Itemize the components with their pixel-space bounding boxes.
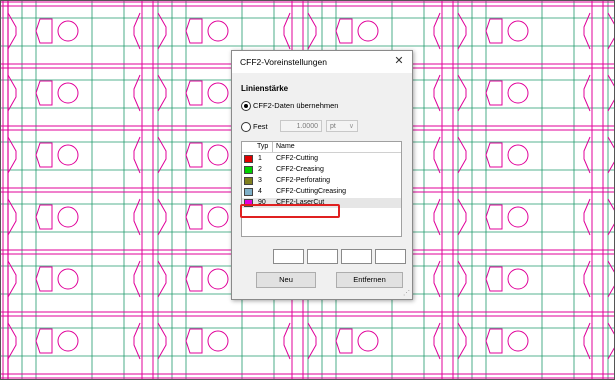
tab-notch xyxy=(185,18,203,44)
color-swatch xyxy=(244,166,253,174)
empty-field-2[interactable] xyxy=(307,249,338,264)
take-cff2-data-label: CFF2-Daten übernehmen xyxy=(253,101,339,110)
hole-circle xyxy=(57,330,79,352)
list-item-name: CFF2-Perforating xyxy=(276,177,331,184)
tab-notch xyxy=(185,80,203,106)
column-header-name[interactable]: Name xyxy=(276,142,295,152)
list-item-type: 1 xyxy=(258,155,262,162)
dialog-titlebar: CFF2-Voreinstellungen ✕ xyxy=(232,51,412,73)
hole-circle xyxy=(207,82,229,104)
empty-field-3[interactable] xyxy=(341,249,372,264)
color-swatch xyxy=(244,177,253,185)
line-width-section-label: Linienstärke xyxy=(241,84,289,93)
hole-circle xyxy=(57,20,79,42)
tab-notch xyxy=(185,204,203,230)
tab-notch xyxy=(485,18,503,44)
tab-notch xyxy=(335,328,353,354)
unit-select[interactable]: pt ∨ xyxy=(326,120,358,132)
tab-notch xyxy=(35,328,53,354)
tab-notch xyxy=(485,328,503,354)
tab-notch xyxy=(185,142,203,168)
hole-circle xyxy=(357,330,379,352)
hole-circle xyxy=(57,144,79,166)
take-cff2-data-radio[interactable] xyxy=(241,101,251,111)
list-item[interactable]: 4 CFF2-CuttingCreasing xyxy=(242,187,401,197)
tab-notch xyxy=(35,142,53,168)
tab-notch xyxy=(335,18,353,44)
hole-circle xyxy=(207,206,229,228)
tab-notch xyxy=(185,266,203,292)
list-item-name: CFF2-CuttingCreasing xyxy=(276,188,347,195)
tab-notch xyxy=(35,80,53,106)
cff2-settings-dialog: CFF2-Voreinstellungen ✕ Linienstärke CFF… xyxy=(231,50,413,300)
tab-notch xyxy=(485,266,503,292)
tab-notch xyxy=(35,266,53,292)
tab-notch xyxy=(485,204,503,230)
hole-circle xyxy=(207,20,229,42)
color-swatch xyxy=(244,188,253,196)
list-header: Typ Name xyxy=(242,142,401,153)
column-header-type[interactable]: Typ xyxy=(257,142,268,152)
unit-value: pt xyxy=(330,123,336,130)
hole-circle xyxy=(357,20,379,42)
hole-circle xyxy=(207,330,229,352)
tab-notch xyxy=(35,18,53,44)
list-item-type: 3 xyxy=(258,177,262,184)
color-swatch xyxy=(244,155,253,163)
list-item-name: CFF2-Creasing xyxy=(276,166,324,173)
list-item-name: CFF2-Cutting xyxy=(276,155,319,162)
hole-circle xyxy=(207,144,229,166)
new-button[interactable]: Neu xyxy=(256,272,316,288)
hole-circle xyxy=(507,20,529,42)
dialog-title: CFF2-Voreinstellungen xyxy=(240,57,327,67)
tab-notch xyxy=(485,142,503,168)
fixed-radio[interactable] xyxy=(241,122,251,132)
remove-button[interactable]: Entfernen xyxy=(336,272,403,288)
chevron-down-icon: ∨ xyxy=(348,123,354,130)
fixed-label: Fest xyxy=(253,122,268,131)
column-divider[interactable] xyxy=(272,142,273,152)
hole-circle xyxy=(507,268,529,290)
hole-circle xyxy=(507,206,529,228)
hole-circle xyxy=(57,268,79,290)
hole-circle xyxy=(507,82,529,104)
close-icon[interactable]: ✕ xyxy=(392,54,406,68)
empty-field-1[interactable] xyxy=(273,249,304,264)
tab-notch xyxy=(485,80,503,106)
hole-circle xyxy=(57,82,79,104)
selection-highlight-annotation xyxy=(240,204,340,218)
hole-circle xyxy=(507,144,529,166)
hole-circle xyxy=(507,330,529,352)
list-item[interactable]: 2 CFF2-Creasing xyxy=(242,165,401,175)
list-item[interactable]: 1 CFF2-Cutting xyxy=(242,154,401,164)
tab-notch xyxy=(35,204,53,230)
empty-field-4[interactable] xyxy=(375,249,406,264)
tab-notch xyxy=(185,328,203,354)
resize-grip-icon[interactable]: ⋰ xyxy=(403,289,410,297)
list-item-type: 4 xyxy=(258,188,262,195)
list-item-type: 2 xyxy=(258,166,262,173)
list-item[interactable]: 3 CFF2-Perforating xyxy=(242,176,401,186)
fixed-width-input[interactable]: 1.0000 xyxy=(280,120,322,132)
hole-circle xyxy=(207,268,229,290)
line-type-list[interactable]: Typ Name 1 CFF2-Cutting 2 CFF2-Creasing 3 CFF… xyxy=(241,141,402,237)
hole-circle xyxy=(57,206,79,228)
